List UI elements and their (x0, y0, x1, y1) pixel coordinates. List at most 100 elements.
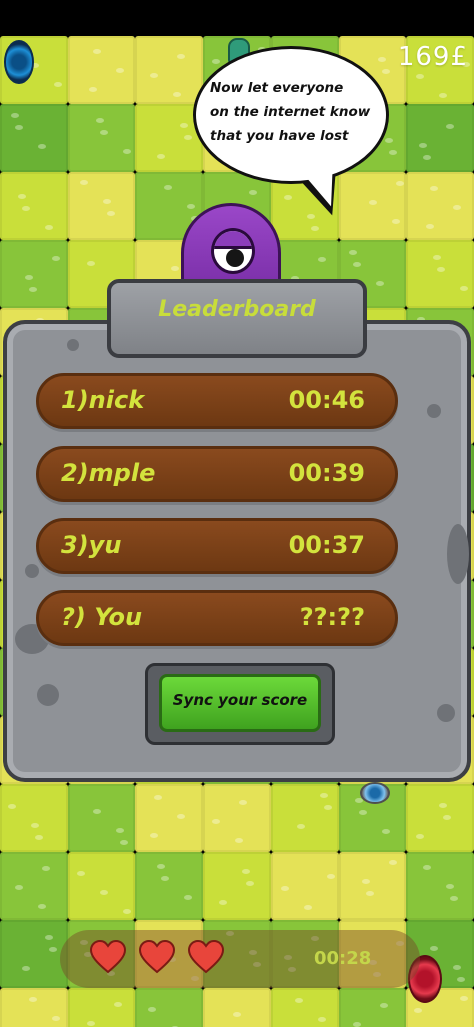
tile-speck (446, 884, 455, 889)
floor-tile (67, 852, 136, 920)
tile-speck (317, 1017, 326, 1022)
tile-speck (15, 885, 23, 890)
floor-tile (270, 852, 339, 920)
tile-speck (184, 135, 193, 140)
tile-speck (460, 286, 469, 291)
tile-speck (38, 904, 46, 909)
floor-tile (338, 988, 407, 1027)
floor-tile (135, 36, 204, 104)
floor-tile (203, 988, 271, 1027)
heart-icon (90, 940, 126, 974)
tile-speck (161, 876, 170, 881)
floor-tile (203, 784, 271, 852)
tile-speck (348, 250, 357, 255)
tile-speck (177, 814, 186, 819)
leaderboard-row: 1)nick 00:46 (36, 373, 398, 429)
tile-speck (379, 1003, 388, 1008)
sync-score-button[interactable]: Sync your score (159, 674, 321, 732)
tile-speck (212, 59, 221, 64)
player-name: 1)nick (61, 386, 145, 414)
floor-tile (0, 784, 68, 852)
floor-tile (0, 104, 68, 172)
tile-speck (381, 829, 390, 834)
stone-spot (67, 339, 79, 351)
player-name: 3)yu (61, 531, 122, 559)
tile-speck (45, 935, 53, 940)
heart-icon (139, 940, 175, 974)
floor-tile (406, 852, 474, 920)
tile-speck (426, 224, 435, 229)
floor-tile (270, 784, 339, 852)
monster-eyelid (214, 231, 252, 250)
tile-speck (446, 124, 455, 129)
tile-speck (113, 1002, 122, 1007)
tile-speck (115, 68, 124, 73)
tile-speck (18, 194, 26, 199)
stone-spot (37, 684, 59, 706)
floor-tile (135, 988, 204, 1027)
tile-speck (453, 965, 462, 970)
tile-speck (171, 266, 180, 271)
monster-eye (211, 228, 255, 274)
tile-speck (283, 195, 292, 200)
tile-speck (433, 255, 442, 260)
tile-speck (430, 946, 439, 951)
tile-speck (384, 138, 393, 143)
tile-speck (437, 267, 446, 272)
tile-speck (49, 947, 57, 952)
tile-speck (381, 69, 390, 74)
tile-speck (219, 900, 228, 905)
tile-speck (173, 92, 182, 97)
tile-speck (423, 155, 432, 160)
speech-line: on the internet know (210, 104, 371, 120)
floor-tile (135, 852, 204, 920)
floor-tile (0, 988, 68, 1027)
tile-speck (430, 186, 439, 191)
sync-score-label: Sync your score (172, 691, 308, 709)
speech-line: Now let everyone (210, 80, 344, 96)
tile-speck (29, 287, 37, 292)
stone-spot (447, 524, 469, 584)
tile-speck (460, 996, 469, 1001)
tile-speck (25, 275, 33, 280)
floor-tile (406, 104, 474, 172)
tile-speck (239, 800, 248, 805)
tile-speck (388, 150, 397, 155)
tile-speck (8, 804, 16, 809)
tile-speck (249, 190, 258, 195)
tile-speck (22, 206, 30, 211)
speech-bubble-text: Now let everyone on the internet know th… (210, 76, 380, 148)
tile-speck (99, 890, 108, 895)
tile-speck (38, 144, 46, 149)
tile-speck (368, 200, 377, 205)
tile-speck (95, 118, 104, 123)
tile-speck (52, 1016, 60, 1021)
tile-speck (164, 185, 173, 190)
leaderboard-row: 3)yu 00:37 (36, 518, 398, 574)
tile-speck (148, 1007, 157, 1012)
tile-speck (319, 793, 328, 798)
tile-speck (453, 205, 462, 210)
tile-speck (106, 211, 115, 216)
tile-speck (375, 281, 384, 286)
leaderboard-row: 2)mple 00:39 (36, 446, 398, 502)
floor-tile (67, 784, 136, 852)
leaderboard-row-you: ?) You ??:?? (36, 590, 398, 646)
tile-speck (88, 87, 97, 92)
tile-speck (416, 834, 425, 839)
tile-speck (150, 73, 159, 78)
tile-speck (42, 866, 50, 871)
tile-speck (86, 261, 95, 266)
coin-counter: 169£ (397, 42, 468, 72)
tile-speck (235, 838, 244, 843)
player-time: 00:39 (288, 459, 365, 487)
tile-speck (11, 113, 19, 118)
blue-portal-icon (4, 40, 34, 84)
tile-speck (233, 1012, 242, 1017)
tile-speck (242, 869, 251, 874)
tile-speck (310, 226, 319, 231)
player-time: 00:46 (288, 386, 365, 414)
tile-speck (414, 1008, 423, 1013)
tile-speck (99, 130, 108, 135)
tile-speck (439, 803, 448, 808)
